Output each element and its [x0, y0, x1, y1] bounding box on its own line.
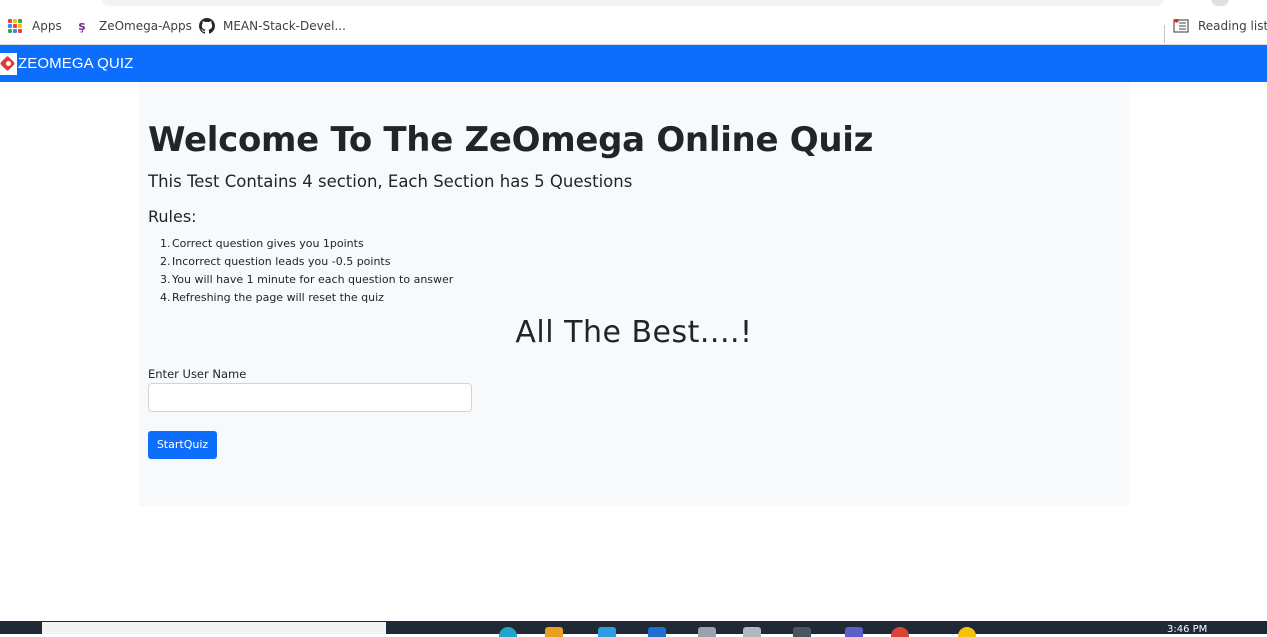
app-icon[interactable] — [793, 627, 811, 637]
rule-item: 2. Incorrect question leads you -0.5 poin… — [160, 255, 391, 268]
username-input[interactable] — [148, 383, 472, 412]
vscode-icon[interactable] — [648, 627, 666, 637]
bookmark-apps-label: Apps — [32, 19, 62, 33]
app-icon[interactable] — [958, 627, 976, 637]
store-icon[interactable] — [598, 627, 616, 637]
teams-icon[interactable] — [845, 627, 863, 637]
zeomega-logo-icon — [0, 52, 17, 75]
app-navbar: ZEOMEGA QUIZ — [0, 45, 1267, 82]
bookmark-mean-stack[interactable]: MEAN-Stack-Devel... — [199, 17, 346, 35]
reading-list-label: Reading list — [1198, 19, 1267, 33]
page-title: Welcome To The ZeOmega Online Quiz — [148, 120, 874, 160]
file-explorer-icon[interactable] — [545, 627, 563, 637]
address-bar-remnant — [0, 0, 1267, 8]
bookmarks-divider — [1164, 25, 1165, 43]
bookmark-apps[interactable]: Apps — [8, 17, 62, 35]
app-icon[interactable] — [698, 627, 716, 637]
reading-list-icon — [1173, 19, 1189, 33]
profile-avatar[interactable] — [1211, 0, 1229, 6]
all-the-best-message: All The Best....! — [515, 315, 753, 350]
edge-icon[interactable] — [499, 627, 517, 637]
apps-grid-icon — [8, 19, 22, 33]
bookmark-zeomega-label: ZeOmega-Apps — [99, 19, 192, 33]
bookmark-zeomega-apps[interactable]: ş ZeOmega-Apps — [76, 17, 192, 35]
rule-item: 1. Correct question gives you 1points — [160, 237, 364, 250]
rules-heading: Rules: — [148, 207, 197, 226]
username-label: Enter User Name — [148, 367, 247, 381]
chrome-icon[interactable] — [891, 627, 909, 637]
rule-item: 4. Refreshing the page will reset the qui… — [160, 291, 384, 304]
os-taskbar: 3:46 PM — [0, 621, 1267, 637]
bookmarks-bar: Apps ş ZeOmega-Apps MEAN-Stack-Devel... … — [0, 8, 1267, 45]
rules-list: 1. Correct question gives you 1points 2. I… — [160, 235, 453, 307]
test-description: This Test Contains 4 section, Each Secti… — [148, 172, 633, 191]
rule-item: 3. You will have 1 minute for each questi… — [160, 273, 454, 286]
app-icon[interactable] — [743, 627, 761, 637]
welcome-jumbotron: Welcome To The ZeOmega Online Quiz This … — [139, 82, 1129, 506]
omnibox[interactable] — [100, 0, 1165, 6]
navbar-brand[interactable]: ZEOMEGA QUIZ — [0, 52, 134, 75]
reading-list-button[interactable]: Reading list — [1173, 17, 1267, 35]
start-quiz-button[interactable]: StartQuiz — [148, 431, 217, 459]
github-icon — [199, 18, 215, 34]
zeomega-favicon-icon: ş — [78, 19, 86, 33]
taskbar-search-box[interactable] — [42, 622, 386, 634]
bookmark-mean-label: MEAN-Stack-Devel... — [223, 19, 346, 33]
navbar-brand-label: ZEOMEGA QUIZ — [18, 55, 134, 72]
